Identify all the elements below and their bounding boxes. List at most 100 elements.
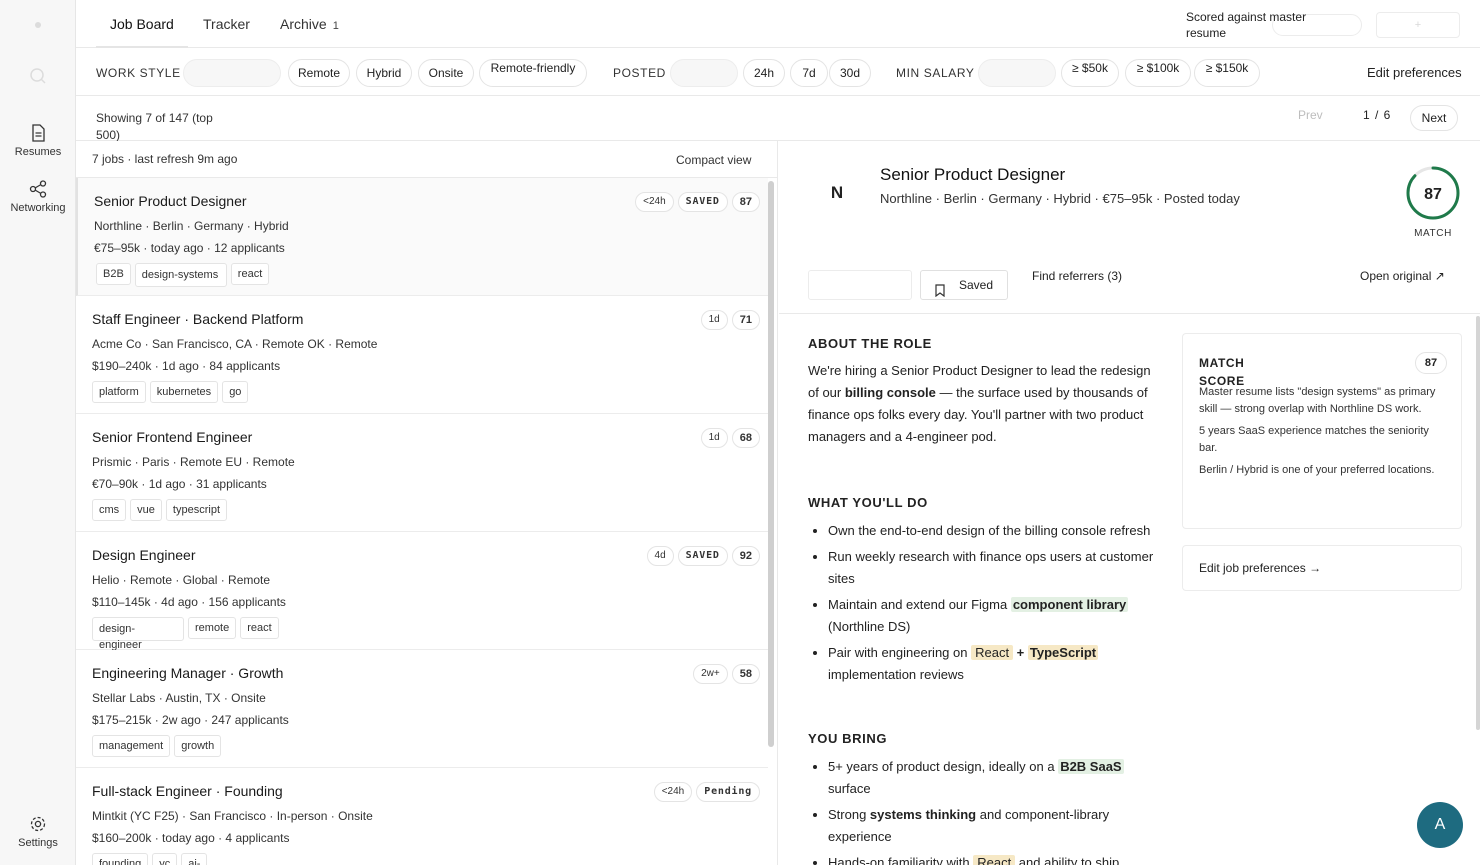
edit-job-preferences-link[interactable]: Edit job preferences → bbox=[1182, 545, 1462, 591]
job-card[interactable]: Senior Frontend Engineer Prismic · Paris… bbox=[76, 414, 768, 532]
list-item-text: + bbox=[1013, 645, 1028, 660]
job-card[interactable]: Full-stack Engineer · Founding Mintkit (… bbox=[76, 768, 768, 865]
pill-remote[interactable]: Remote bbox=[288, 59, 350, 87]
about-heading: ABOUT THE ROLE bbox=[808, 336, 932, 351]
pill-30d[interactable]: 30d bbox=[829, 59, 871, 87]
find-referrers-button[interactable]: Find referrers (3) bbox=[1031, 267, 1123, 285]
age-badge: <24h bbox=[635, 192, 674, 212]
pill-remote-friendly[interactable]: Remote-friendly bbox=[479, 59, 587, 87]
job-card[interactable]: Engineering Manager · Growth Stellar Lab… bbox=[76, 650, 768, 768]
rail-item-resumes[interactable]: Resumes bbox=[0, 124, 76, 158]
job-tag[interactable]: design-systems bbox=[134, 263, 227, 287]
list-item-text: and ability to ship bbox=[1015, 855, 1120, 865]
share-icon bbox=[29, 180, 47, 198]
salary-any-pill[interactable] bbox=[978, 59, 1056, 87]
match-score-badge: 87 bbox=[1415, 352, 1447, 374]
gear-icon bbox=[30, 816, 46, 832]
list-item-text: (Northline DS) bbox=[828, 619, 911, 634]
list-scrollbar[interactable] bbox=[768, 181, 774, 747]
posted-any-pill[interactable] bbox=[670, 59, 738, 87]
job-tags: design-engineerremote react bbox=[92, 617, 283, 651]
job-badges: 1d 68 bbox=[697, 428, 760, 448]
job-tag[interactable]: react bbox=[230, 263, 270, 285]
job-tag[interactable]: growth bbox=[174, 735, 222, 757]
job-tag[interactable]: cms bbox=[92, 499, 127, 521]
job-title: Senior Frontend Engineer bbox=[92, 429, 253, 445]
keyword-highlight: React bbox=[973, 855, 1016, 865]
pill-150k[interactable]: ≥ $150k bbox=[1194, 59, 1260, 87]
keyword-highlight: TypeScript bbox=[1027, 645, 1099, 660]
job-tag[interactable]: founding bbox=[92, 853, 149, 865]
tab-archive-label: Archive bbox=[280, 16, 327, 32]
prev-button[interactable]: Prev bbox=[1298, 108, 1323, 122]
job-tag[interactable]: react bbox=[240, 617, 279, 639]
job-tags: management growth bbox=[92, 735, 225, 757]
rail-item-settings[interactable]: Settings bbox=[0, 815, 76, 849]
keyword-highlight: component library bbox=[1010, 597, 1129, 612]
edit-preferences-link[interactable]: Edit preferences bbox=[1367, 65, 1462, 80]
pill-7d[interactable]: 7d bbox=[790, 59, 828, 87]
tab-tracker[interactable]: Tracker bbox=[203, 16, 250, 32]
job-badges: 4d SAVED 92 bbox=[643, 546, 760, 566]
job-tag[interactable]: B2B bbox=[96, 263, 131, 285]
saved-button[interactable]: Saved bbox=[920, 270, 1008, 300]
job-tag[interactable]: kubernetes bbox=[149, 381, 219, 403]
apply-button[interactable] bbox=[808, 270, 912, 300]
job-tag[interactable]: yc bbox=[152, 853, 178, 865]
match-reason: 5 years SaaS experience matches the seni… bbox=[1199, 425, 1429, 454]
detail-divider bbox=[779, 313, 1480, 314]
match-reason: Berlin / Hybrid is one of your preferred… bbox=[1199, 464, 1435, 476]
tab-archive[interactable]: Archive 1 bbox=[280, 16, 339, 32]
work-style-any-pill[interactable] bbox=[183, 59, 281, 87]
status-badge: SAVED bbox=[677, 192, 728, 212]
status-badge: Pending bbox=[696, 782, 760, 802]
score-badge: 58 bbox=[731, 664, 760, 684]
job-tag[interactable]: ai- bbox=[181, 853, 208, 865]
job-tag[interactable]: typescript bbox=[165, 499, 227, 521]
job-tag[interactable]: platform bbox=[92, 381, 146, 403]
company-logo: N bbox=[830, 183, 844, 202]
pill-hybrid[interactable]: Hybrid bbox=[356, 59, 412, 87]
detail-title: Senior Product Designer bbox=[880, 165, 1066, 184]
user-avatar[interactable]: A bbox=[1417, 802, 1463, 848]
jobs-rail-item[interactable] bbox=[0, 66, 76, 90]
pill-onsite[interactable]: Onsite bbox=[418, 59, 474, 87]
next-button[interactable]: Next bbox=[1410, 105, 1458, 131]
job-location: Prismic · Paris · Remote EU · Remote bbox=[92, 455, 295, 469]
job-card[interactable]: Staff Engineer · Backend Platform Acme C… bbox=[76, 296, 768, 414]
pill-24h[interactable]: 24h bbox=[743, 59, 785, 87]
job-tag[interactable]: management bbox=[92, 735, 171, 757]
job-salary: $110–145k · 4d ago · 156 applicants bbox=[92, 595, 286, 609]
app-logo-icon[interactable] bbox=[0, 18, 76, 36]
match-label: MATCH bbox=[1414, 228, 1452, 239]
rail-item-networking[interactable]: Networking bbox=[0, 180, 76, 214]
add-job-button[interactable]: + bbox=[1376, 12, 1460, 38]
pill-100k[interactable]: ≥ $100k bbox=[1125, 59, 1191, 87]
rail-label-settings: Settings bbox=[18, 837, 58, 849]
pill-50k[interactable]: ≥ $50k bbox=[1061, 59, 1119, 87]
job-location: Helio · Remote · Global · Remote bbox=[92, 573, 271, 587]
list-item-text: implementation reviews bbox=[828, 667, 964, 682]
job-badges: <24h Pending bbox=[650, 782, 760, 802]
job-card[interactable]: Senior Product Designer Northline · Berl… bbox=[76, 178, 768, 296]
list-item: Maintain and extend our Figma component … bbox=[808, 594, 1158, 638]
score-badge: 68 bbox=[731, 428, 760, 448]
age-badge: <24h bbox=[653, 782, 693, 802]
detail-scrollbar[interactable] bbox=[1476, 316, 1480, 730]
job-salary: €75–95k · today ago · 12 applicants bbox=[94, 241, 285, 255]
job-tag[interactable]: vue bbox=[130, 499, 162, 521]
showing-count: Showing 7 of 147 (top 500) bbox=[96, 111, 213, 142]
job-salary: $190–240k · 1d ago · 84 applicants bbox=[92, 359, 281, 373]
job-tag[interactable]: go bbox=[222, 381, 249, 403]
match-ring: 87 bbox=[1406, 166, 1460, 220]
match-score-card: MATCH SCORE 87 Master resume lists "desi… bbox=[1182, 333, 1462, 529]
job-card[interactable]: Design Engineer Helio · Remote · Global … bbox=[76, 532, 768, 651]
age-badge: 1d bbox=[700, 310, 728, 330]
tab-job-board[interactable]: Job Board bbox=[110, 16, 174, 32]
job-tag[interactable]: design-engineer bbox=[92, 617, 184, 651]
open-original-link[interactable]: Open original ↗ bbox=[1360, 267, 1450, 285]
do-list: Own the end-to-end design of the billing… bbox=[808, 520, 1158, 690]
detail-subtitle: Northline · Berlin · Germany · Hybrid · … bbox=[880, 191, 1240, 206]
job-tag[interactable]: remote bbox=[188, 617, 237, 639]
compact-view-toggle[interactable]: Compact view bbox=[676, 153, 751, 167]
